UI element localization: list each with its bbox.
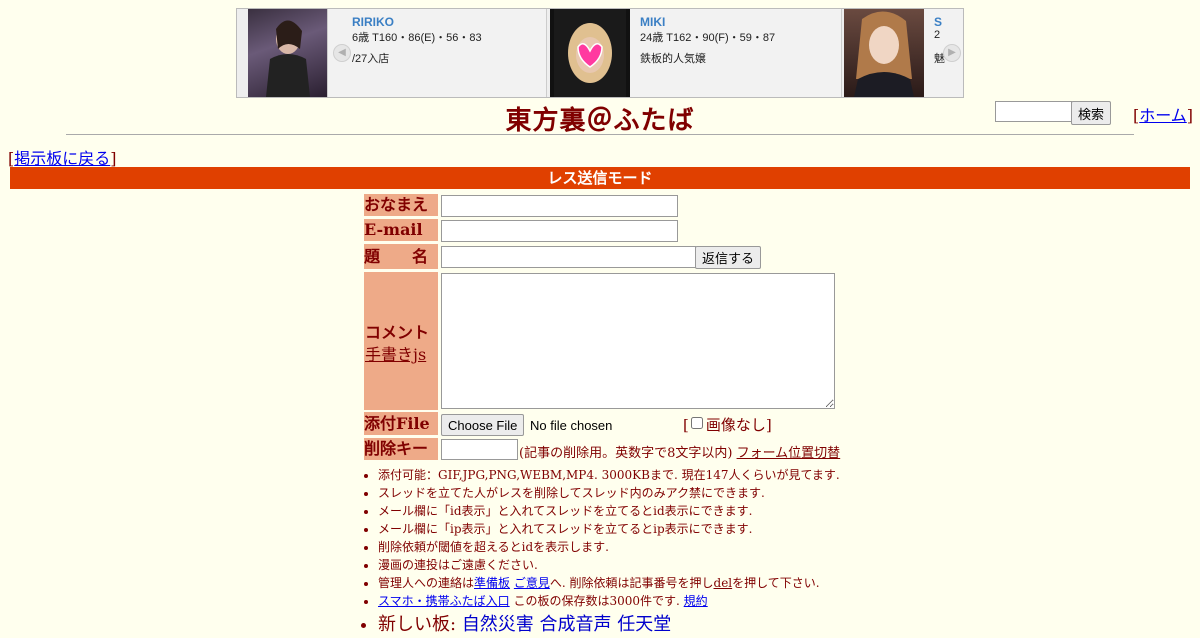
- subject-label: 題 名: [364, 244, 438, 269]
- comment-label-cell: コメント 手書きjs: [364, 272, 438, 410]
- name-field[interactable]: [441, 195, 678, 217]
- new-board-link-disaster[interactable]: 自然災害: [462, 614, 534, 635]
- search-form: 検索: [995, 101, 1112, 125]
- contact-text: 管理人への連絡は: [378, 576, 475, 590]
- search-button[interactable]: 検索: [1071, 101, 1112, 125]
- banner-card-1[interactable]: RIRIKO 6歳 T160・86(E)・56・83 /27入店: [327, 9, 547, 97]
- submit-reply-button[interactable]: 返信する: [695, 246, 762, 269]
- carousel-prev-button[interactable]: ◀: [333, 44, 351, 62]
- header-divider: [66, 134, 1134, 135]
- banner-card-name: MIKI: [640, 15, 666, 29]
- banner-card-spec: 24歳 T162・90(F)・59・87: [640, 32, 776, 44]
- delete-key-note: (記事の削除用。英数字で8文字以内): [519, 446, 733, 461]
- banner-card-spec: 2: [934, 29, 941, 41]
- feedback-link[interactable]: ご意見: [514, 576, 550, 590]
- list-item: 漫画の連投はご遠慮ください.: [378, 556, 962, 574]
- banner-photo-1[interactable]: [248, 9, 328, 97]
- banner-card-note: /27入店: [352, 53, 390, 65]
- contact-text-mid: へ. 削除依頼は記事番号を押し: [549, 576, 714, 590]
- new-boards-label: 新しい板:: [378, 614, 457, 635]
- terms-link[interactable]: 規約: [684, 594, 708, 608]
- delete-key-label: 削除キー: [364, 438, 438, 460]
- no-image-checkbox[interactable]: [690, 417, 703, 429]
- portrait-image: [854, 11, 914, 97]
- reply-mode-bar: レス送信モード: [10, 167, 1190, 189]
- subject-field[interactable]: [441, 246, 696, 268]
- handwrite-link[interactable]: 手書きjs: [365, 341, 426, 365]
- list-item: メール欄に「ip表示」と入れてスレッドを立てるとip表示にできます.: [378, 520, 962, 538]
- banner-card-spec: 6歳 T160・86(E)・56・83: [352, 32, 482, 44]
- name-label: おなまえ: [364, 194, 438, 216]
- banner-photo-3[interactable]: [844, 9, 924, 97]
- back-link-wrapper: [掲示板に戻る]: [8, 149, 117, 168]
- form-position-toggle-link[interactable]: フォーム位置切替: [737, 446, 841, 461]
- comment-field[interactable]: [441, 273, 835, 409]
- contact-text-end: を押して下さい.: [732, 576, 820, 590]
- file-input: Choose File No file chosen: [441, 414, 612, 436]
- list-item: スマホ・携帯ふたば入口 この板の保存数は3000件です. 規約: [378, 592, 962, 610]
- back-to-board-link[interactable]: 掲示板に戻る: [14, 149, 110, 168]
- list-item: 新しい板: 自然災害 合成音声 任天堂: [378, 612, 962, 638]
- delete-key-field[interactable]: [441, 439, 518, 460]
- portrait-image: [554, 9, 626, 97]
- portrait-image: [266, 20, 310, 97]
- list-item: メール欄に「id表示」と入れてスレッドを立てるとid表示にできます.: [378, 502, 962, 520]
- board-notes-list: 添付可能：GIF,JPG,PNG,WEBM,MP4. 3000KBまで. 現在1…: [362, 466, 962, 638]
- list-item: 添付可能：GIF,JPG,PNG,WEBM,MP4. 3000KBまで. 現在1…: [378, 466, 962, 484]
- home-link[interactable]: ホーム: [1139, 106, 1187, 125]
- list-item: 削除依頼が閾値を超えるとidを表示します.: [378, 538, 962, 556]
- save-count-text: この板の保存数は3000件です.: [513, 594, 680, 608]
- list-item: 管理人への連絡は準備板 ご意見へ. 削除依頼は記事番号を押しdelを押して下さい…: [378, 574, 962, 592]
- delete-key-note-row: (記事の削除用。英数字で8文字以内) フォーム位置切替: [519, 442, 840, 461]
- ad-banner-carousel[interactable]: RIRIKO 6歳 T160・86(E)・56・83 /27入店 ◀ MIKI …: [236, 8, 964, 98]
- email-field[interactable]: [441, 220, 678, 242]
- banner-card-2[interactable]: MIKI 24歳 T162・90(F)・59・87 鉄板的人気嬢: [630, 9, 842, 97]
- new-board-link-nintendo[interactable]: 任天堂: [617, 614, 671, 635]
- banner-card-name: S: [934, 15, 943, 29]
- del-link[interactable]: del: [714, 576, 733, 590]
- no-image-option: [画像なし]: [683, 416, 772, 434]
- home-link-wrapper: [ホーム]: [1133, 106, 1194, 125]
- file-label: 添付File: [364, 412, 438, 435]
- mobile-entry-link[interactable]: スマホ・携帯ふたば入口: [378, 594, 510, 608]
- carousel-next-button[interactable]: ▶: [943, 44, 961, 62]
- no-image-label: 画像なし: [705, 416, 766, 434]
- email-label: E-mail: [364, 219, 438, 241]
- no-file-text: No file chosen: [530, 417, 613, 433]
- choose-file-button[interactable]: Choose File: [441, 414, 525, 436]
- comment-label: コメント: [365, 323, 430, 342]
- list-item: スレッドを立てた人がレスを削除してスレッド内のみアク禁にできます.: [378, 484, 962, 502]
- new-board-link-synth-voice[interactable]: 合成音声: [540, 614, 612, 635]
- banner-photo-2[interactable]: [550, 9, 630, 97]
- banner-card-note: 鉄板的人気嬢: [640, 53, 706, 65]
- banner-card-name: RIRIKO: [352, 15, 394, 29]
- search-input[interactable]: [995, 101, 1072, 122]
- prep-board-link[interactable]: 準備板: [474, 576, 510, 590]
